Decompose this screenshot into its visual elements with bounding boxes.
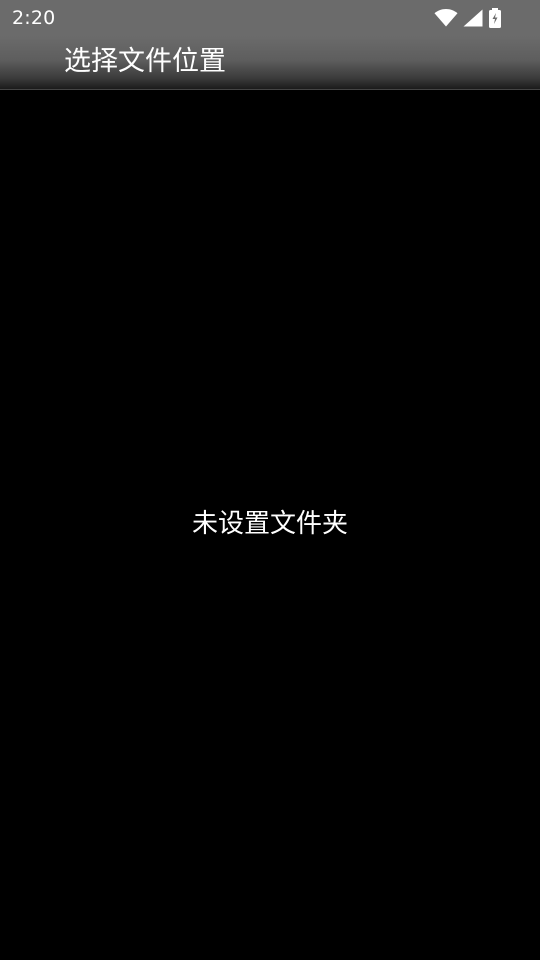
battery-charging-icon (488, 8, 502, 28)
empty-state-message: 未设置文件夹 (191, 509, 348, 539)
status-icons (434, 8, 502, 28)
app-bar: 选择文件位置 (0, 36, 540, 90)
wifi-icon (434, 9, 458, 27)
status-bar: 2:20 (0, 0, 540, 36)
folder-list-area: 未设置文件夹 (0, 90, 540, 960)
page-title: 选择文件位置 (64, 46, 226, 77)
status-time: 2:20 (12, 7, 56, 29)
cellular-signal-icon (463, 9, 483, 27)
